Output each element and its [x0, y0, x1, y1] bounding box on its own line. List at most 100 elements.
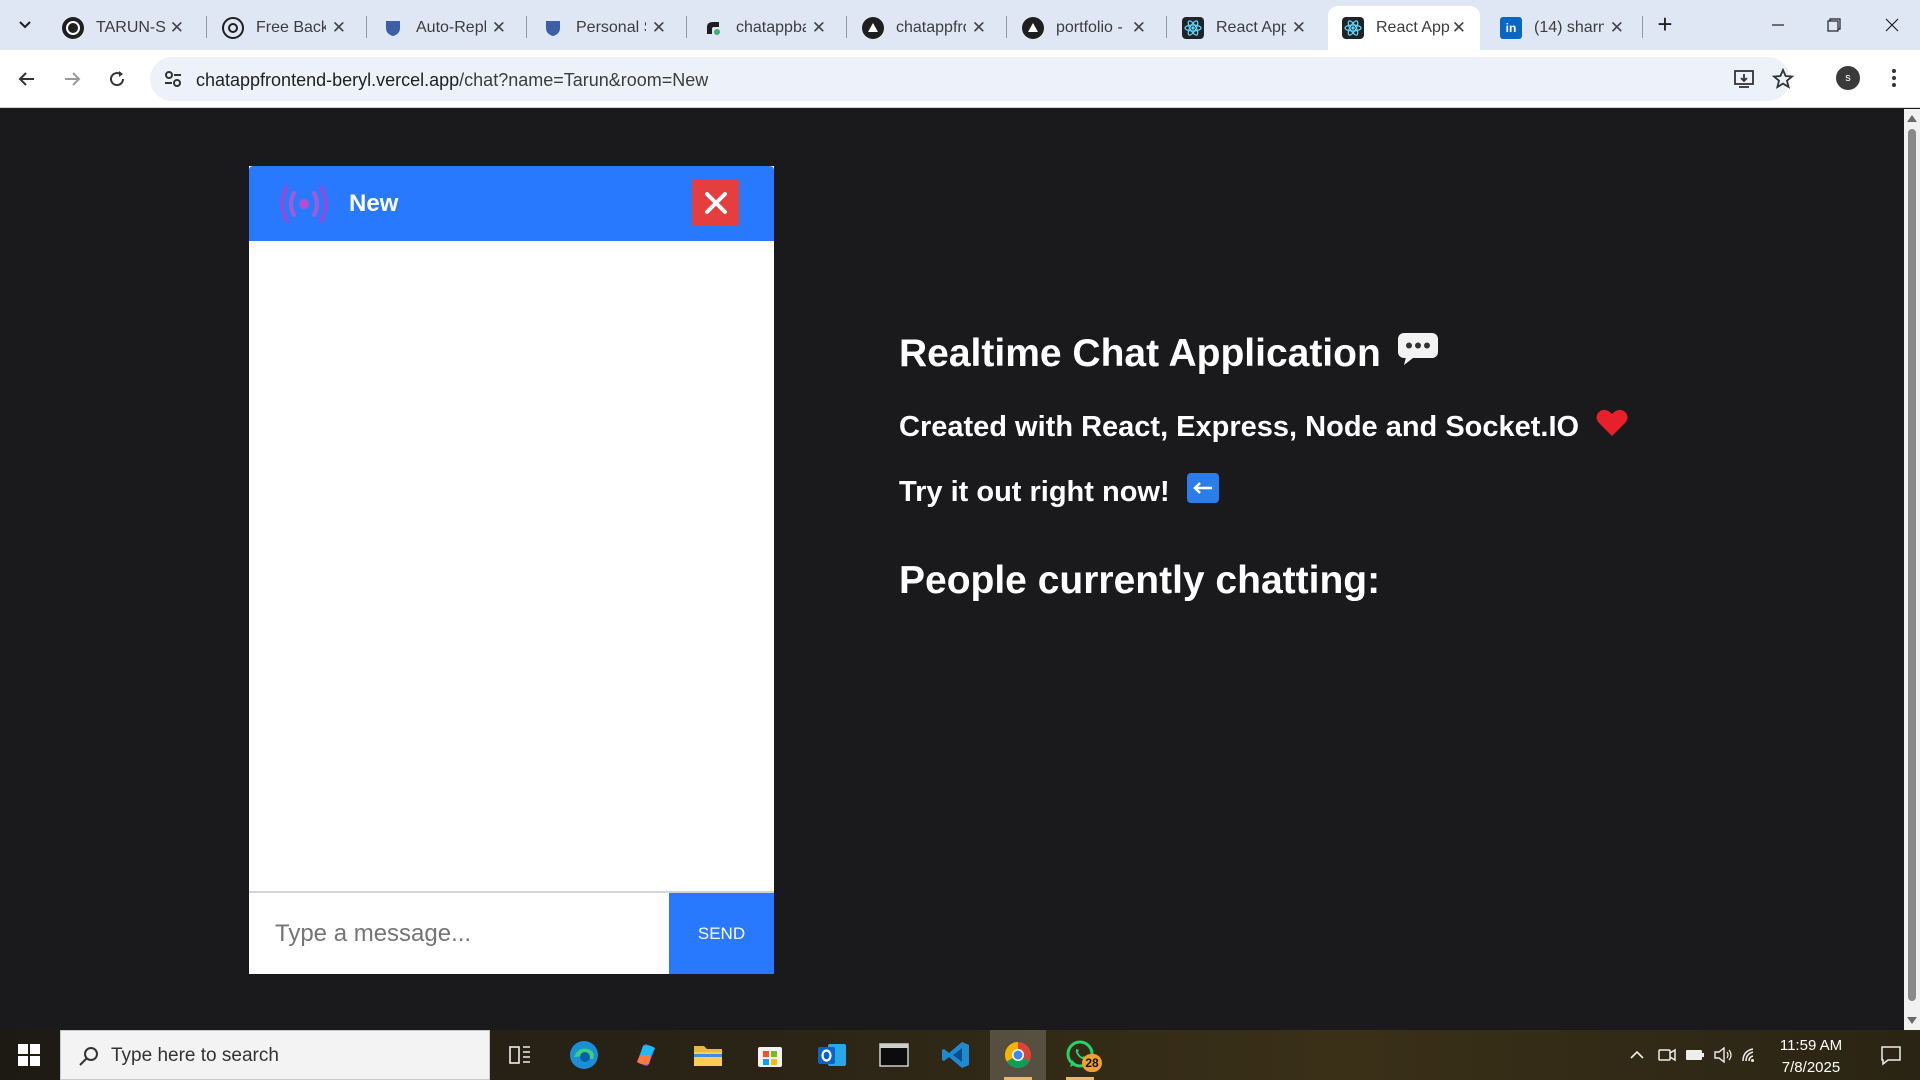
- minimize-icon[interactable]: [1750, 8, 1806, 42]
- taskbar-search-text: Type here to search: [111, 1045, 279, 1066]
- send-button[interactable]: SEND: [669, 893, 774, 974]
- vercel-shield-icon: [542, 17, 564, 39]
- task-view-icon[interactable]: [492, 1030, 548, 1080]
- left-arrow-icon: [1186, 472, 1220, 512]
- taskbar-search[interactable]: Type here to search: [60, 1030, 490, 1080]
- app-subtitle-text: Created with React, Express, Node and So…: [899, 410, 1580, 443]
- terminal-icon[interactable]: [866, 1030, 922, 1080]
- people-chatting-heading: People currently chatting:: [899, 559, 1381, 602]
- tab-close-icon[interactable]: ✕: [812, 18, 826, 38]
- tab-portfolio[interactable]: portfolio - ✕: [1008, 6, 1160, 50]
- room-name: New: [349, 190, 399, 217]
- vscode-icon[interactable]: [928, 1030, 984, 1080]
- online-broadcast-icon: [280, 185, 328, 223]
- url-path: /chat?name=Tarun&room=New: [459, 70, 709, 90]
- messages-area[interactable]: [249, 241, 774, 891]
- tab-title: TARUN-SA: [96, 19, 166, 36]
- heart-icon: [1595, 408, 1629, 446]
- scroll-thumb[interactable]: [1908, 129, 1916, 1001]
- chrome-icon[interactable]: [990, 1030, 1046, 1080]
- openai-icon: [222, 17, 244, 39]
- tab-github[interactable]: TARUN-SA ✕: [48, 6, 198, 50]
- url-host: chatappfrontend-beryl.vercel.app: [196, 70, 460, 90]
- install-app-icon[interactable]: [1732, 67, 1756, 91]
- tab-close-icon[interactable]: ✕: [972, 18, 986, 38]
- react-icon: [1342, 17, 1364, 39]
- tab-chatappbackend[interactable]: chatappba ✕: [688, 6, 840, 50]
- app-title: Realtime Chat Application: [899, 331, 1439, 377]
- close-icon: [704, 191, 727, 214]
- tab-close-icon[interactable]: ✕: [1452, 18, 1466, 38]
- show-hidden-icons-chevron-icon[interactable]: [1622, 1030, 1652, 1080]
- chat-header: New: [249, 166, 774, 241]
- tab-close-icon[interactable]: ✕: [652, 18, 666, 38]
- copilot-icon[interactable]: [618, 1030, 674, 1080]
- scroll-up-icon[interactable]: [1907, 115, 1917, 122]
- new-tab-plus-icon[interactable]: +: [1650, 10, 1680, 40]
- speech-bubble-icon: [1397, 331, 1439, 377]
- github-icon: [62, 17, 84, 39]
- vercel-shield-icon: [382, 17, 404, 39]
- tab-title: chatappfro: [896, 19, 966, 36]
- message-input[interactable]: [249, 893, 669, 974]
- tab-strip: TARUN-SA ✕ Free Backe ✕ Auto-Reply ✕ Per…: [0, 0, 1920, 50]
- tab-title: chatappba: [736, 19, 806, 36]
- try-it-text-label: Try it out right now!: [899, 475, 1170, 508]
- back-arrow-icon[interactable]: [10, 62, 44, 96]
- tab-title: (14) sharm: [1534, 19, 1604, 36]
- window-close-icon[interactable]: [1864, 8, 1920, 42]
- tab-close-icon[interactable]: ✕: [1132, 18, 1146, 38]
- app-title-text: Realtime Chat Application: [899, 332, 1381, 375]
- tab-react-app-active[interactable]: React App ✕: [1328, 6, 1480, 50]
- browser-menu-icon[interactable]: [1882, 62, 1906, 94]
- page-content: New SEND Realtime Chat Application Creat…: [0, 109, 1904, 1030]
- tab-free-backend[interactable]: Free Backe ✕: [208, 6, 360, 50]
- tab-close-icon[interactable]: ✕: [492, 18, 506, 38]
- render-icon: [702, 17, 724, 39]
- tab-close-icon[interactable]: ✕: [1610, 18, 1624, 38]
- tab-title: portfolio -: [1056, 19, 1123, 36]
- tab-linkedin[interactable]: in (14) sharm ✕: [1486, 6, 1638, 50]
- url-text[interactable]: chatappfrontend-beryl.vercel.app/chat?na…: [196, 70, 708, 91]
- whatsapp-badge: 28: [1082, 1054, 1102, 1072]
- message-input-row: SEND: [249, 891, 774, 974]
- tab-auto-reply[interactable]: Auto-Reply ✕: [368, 6, 520, 50]
- wifi-icon[interactable]: [1738, 1030, 1764, 1080]
- whatsapp-icon[interactable]: 28: [1052, 1030, 1108, 1080]
- file-explorer-icon[interactable]: [680, 1030, 736, 1080]
- tab-personal[interactable]: Personal S ✕: [528, 6, 680, 50]
- tab-chatappfrontend[interactable]: chatappfro ✕: [848, 6, 1000, 50]
- close-chat-button[interactable]: [692, 179, 739, 226]
- clock-date: 7/8/2025: [1781, 1059, 1841, 1076]
- bookmark-star-icon[interactable]: [1771, 67, 1795, 91]
- try-it-text: Try it out right now!: [899, 472, 1220, 512]
- outlook-icon[interactable]: [804, 1030, 860, 1080]
- restore-icon[interactable]: [1806, 8, 1862, 42]
- linkedin-icon: in: [1500, 17, 1522, 39]
- profile-avatar[interactable]: s: [1836, 66, 1860, 90]
- volume-icon[interactable]: [1710, 1030, 1736, 1080]
- taskbar-clock[interactable]: 11:59 AM 7/8/2025: [1766, 1035, 1856, 1079]
- notification-center-icon[interactable]: [1866, 1030, 1916, 1080]
- windows-start-icon[interactable]: [0, 1030, 58, 1080]
- reload-icon[interactable]: [100, 62, 134, 96]
- address-bar[interactable]: chatappfrontend-beryl.vercel.app/chat?na…: [150, 57, 1794, 101]
- edge-icon[interactable]: [556, 1030, 612, 1080]
- meet-now-icon[interactable]: [1654, 1030, 1680, 1080]
- tab-title: Personal S: [576, 19, 646, 36]
- site-settings-icon[interactable]: [162, 68, 184, 90]
- tab-close-icon[interactable]: ✕: [332, 18, 346, 38]
- tab-react-app[interactable]: React App ✕: [1168, 6, 1320, 50]
- page-scrollbar[interactable]: [1904, 109, 1920, 1030]
- tab-close-icon[interactable]: ✕: [1292, 18, 1306, 38]
- scroll-down-icon[interactable]: [1907, 1017, 1917, 1024]
- battery-icon[interactable]: [1682, 1030, 1708, 1080]
- microsoft-store-icon[interactable]: [742, 1030, 798, 1080]
- clock-time: 11:59 AM: [1779, 1037, 1843, 1054]
- app-subtitle: Created with React, Express, Node and So…: [899, 408, 1629, 446]
- forward-arrow-icon[interactable]: [55, 62, 89, 96]
- react-icon: [1182, 17, 1204, 39]
- tab-close-icon[interactable]: ✕: [170, 18, 184, 38]
- tab-search-chevron-icon[interactable]: [10, 11, 40, 39]
- tab-title: React App: [1216, 19, 1286, 36]
